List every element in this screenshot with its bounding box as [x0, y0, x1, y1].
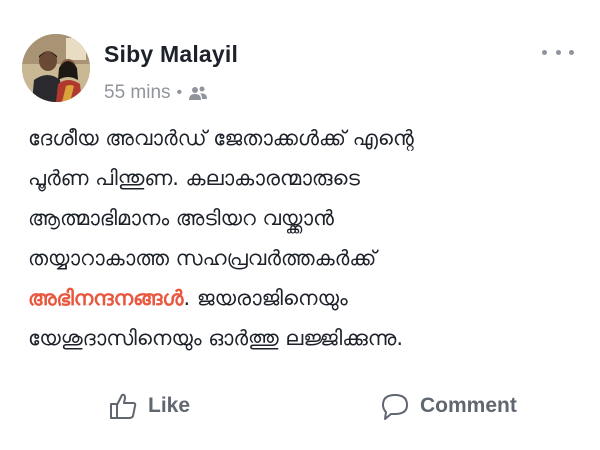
more-dot: [542, 49, 547, 55]
comment-button[interactable]: Comment: [380, 380, 517, 432]
avatar-photo: [22, 34, 90, 102]
like-button[interactable]: Like: [108, 380, 190, 432]
post-text-fragment: . ജയരാജിനെയും: [183, 286, 348, 310]
meta-separator: •: [176, 84, 183, 101]
post-card: Siby Malayil 55 mins • ദേശീയ അവാർഡ് ജേതാ…: [0, 0, 600, 450]
post-text-line: ആത്മാഭിമാനം അടിയറ വയ്ക്കാൻ: [28, 206, 334, 230]
more-dot: [569, 49, 574, 55]
post-header: Siby Malayil 55 mins •: [22, 34, 578, 104]
author-name[interactable]: Siby Malayil: [104, 41, 238, 68]
post-meta: 55 mins •: [104, 82, 208, 104]
post-text-line: പൂർണ പിന്തുണ. കലാകാരന്മാരുടെ: [28, 166, 360, 190]
more-dot: [555, 49, 561, 55]
comment-bubble-icon: [382, 394, 408, 420]
post-timestamp[interactable]: 55 mins: [104, 82, 171, 104]
more-options-icon[interactable]: [542, 46, 574, 58]
highlighted-word[interactable]: അഭിനന്ദനങ്ങൾ: [28, 286, 183, 310]
post-action-bar: Like Comment: [0, 380, 600, 432]
like-label: Like: [148, 394, 191, 417]
post-text-line: അഭിനന്ദനങ്ങൾ. ജയരാജിനെയും: [28, 278, 578, 318]
post-text-line: തയ്യാറാകാത്ത സഹപ്രവർത്തകർക്ക്: [28, 246, 377, 270]
friends-icon[interactable]: [188, 85, 208, 101]
post-text-line: ദേശീയ അവാർഡ് ജേതാക്കൾക്ക് എന്റെ: [28, 126, 414, 150]
post-text-line: യേശുദാസിനെയും ഓർത്തു ലജ്ജിക്കുന്നു.: [28, 326, 404, 350]
post-text: ദേശീയ അവാർഡ് ജേതാക്കൾക്ക് എന്റെ പൂർണ പിന…: [28, 118, 578, 358]
avatar[interactable]: [22, 34, 90, 102]
comment-label: Comment: [420, 394, 517, 417]
thumbs-up-icon: [110, 393, 137, 419]
